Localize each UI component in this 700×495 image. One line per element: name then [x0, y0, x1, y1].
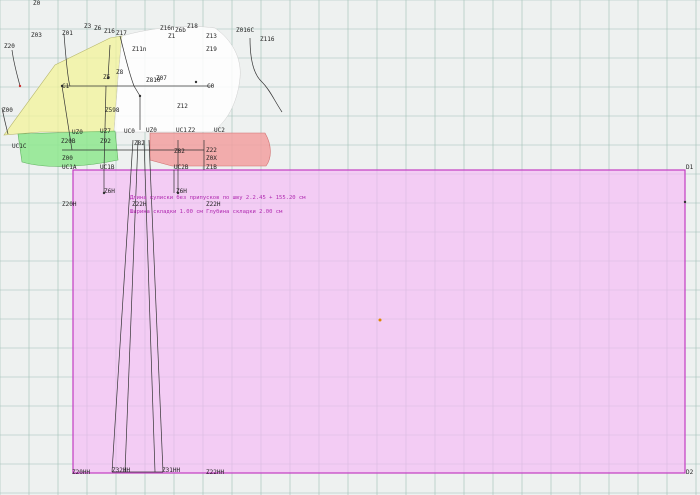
point-label: Z6b: [175, 27, 186, 34]
point-label: Z6: [94, 25, 102, 32]
point-label: Z12: [177, 103, 188, 110]
point-label: Z19: [206, 46, 217, 53]
point-label: Z31HH: [162, 467, 180, 474]
point-label: UC0: [124, 128, 135, 135]
point-label: Z6H: [176, 188, 187, 195]
point-label: UC1: [176, 127, 187, 134]
point-label: Z22HH: [206, 469, 224, 476]
point-label: Z3: [84, 23, 92, 30]
point-label: C0: [207, 83, 215, 90]
point-label: UC1A: [62, 164, 77, 171]
point-label: Z1B: [206, 164, 217, 171]
point-label: C1: [62, 83, 70, 90]
point-label: Z00: [62, 155, 73, 162]
point-label: UC2B: [174, 164, 189, 171]
point-label: UC1B: [100, 164, 115, 171]
point-label: Z22H: [206, 201, 221, 208]
skirt-rectangle[interactable]: [72, 169, 686, 474]
point-label: Z0: [33, 0, 41, 7]
point-marker: [18, 84, 22, 88]
point-label: Z20HH: [72, 469, 90, 476]
point-label: Z92: [100, 138, 111, 145]
point-label: Z22H: [132, 201, 147, 208]
point-label: Z00: [2, 107, 13, 114]
point-label: Z07: [156, 75, 167, 82]
point-label: Z03: [31, 32, 42, 39]
point-marker: [683, 200, 687, 204]
point-label: Z20B: [61, 138, 76, 145]
info-line-2: Ширина складки 1.00 см Глубина складки 2…: [130, 208, 283, 215]
point-label: Z82: [174, 148, 185, 155]
point-marker: [378, 318, 382, 322]
point-label: Z20H: [62, 201, 77, 208]
point-label: Z0X: [206, 155, 217, 162]
point-label: Z22: [206, 147, 217, 154]
point-label: UC2: [214, 127, 225, 134]
point-label: Z20: [4, 43, 15, 50]
point-label: D2: [686, 469, 694, 476]
point-label: Z8: [116, 69, 124, 76]
point-label: Z6H: [104, 188, 115, 195]
point-label: Z11n: [132, 46, 147, 53]
point-label: Z82: [134, 140, 145, 147]
point-label: Z598: [105, 107, 120, 114]
point-label: Z2: [188, 127, 196, 134]
point-label: Z1: [168, 33, 176, 40]
point-label: Z01: [62, 30, 73, 37]
point-label: Z116: [260, 36, 275, 43]
point-label: Z18: [187, 23, 198, 30]
point-label: Z13: [206, 33, 217, 40]
point-label: Z32HH: [112, 467, 130, 474]
point-label: D1: [686, 164, 694, 171]
point-marker: [138, 94, 142, 98]
point-label: Z016C: [236, 27, 254, 34]
point-label: UZ0: [146, 127, 157, 134]
point-label: Z5: [103, 74, 111, 81]
point-label: UZ0: [72, 129, 83, 136]
point-label: Z16: [104, 28, 115, 35]
info-line-1: Длина кулиски без припусков по шву 2.2.4…: [130, 194, 306, 201]
point-label: Z16n: [160, 25, 175, 32]
point-label: UC1C: [12, 143, 27, 150]
pattern-canvas[interactable]: Z0 Z20 Z03 Z01 Z3 Z6 Z16 Z17 Z16n Z6b Z1…: [0, 0, 700, 495]
white-piece[interactable]: [113, 26, 241, 133]
point-label: UZ7: [100, 128, 111, 135]
point-marker: [194, 80, 198, 84]
point-label: Z17: [116, 30, 127, 37]
